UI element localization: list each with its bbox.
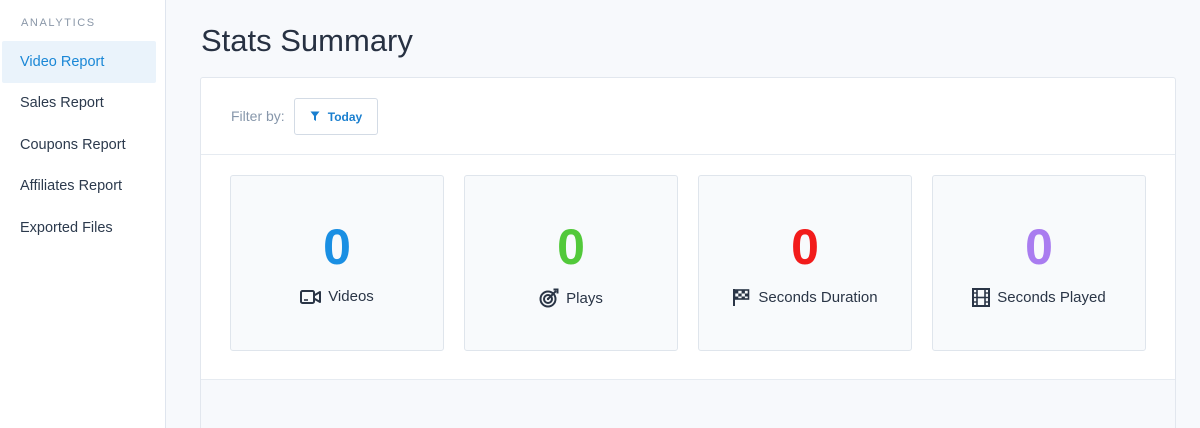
target-icon: [539, 288, 559, 308]
stat-label-row: Plays: [465, 288, 677, 308]
stats-panel: Filter by: Today 0 Videos 0 Plays 0 Seco…: [200, 77, 1176, 428]
filter-icon: [310, 111, 320, 122]
sidebar-item-sales-report[interactable]: Sales Report: [2, 82, 156, 124]
stat-value: 0: [1025, 219, 1053, 275]
stat-label: Plays: [566, 289, 603, 307]
sidebar-section-heading: ANALYTICS: [21, 17, 96, 29]
stat-card-seconds-duration: 0 Seconds Duration: [698, 175, 912, 351]
sidebar-nav: Video Report Sales Report Coupons Report…: [2, 41, 156, 248]
stat-label: Videos: [328, 288, 374, 305]
stat-label-row: Seconds Duration: [699, 288, 911, 307]
sidebar: ANALYTICS Video Report Sales Report Coup…: [0, 0, 166, 428]
sidebar-item-video-report[interactable]: Video Report: [2, 41, 156, 83]
checkered-flag-icon: [732, 288, 751, 307]
main-content: Stats Summary Filter by: Today 0 Videos …: [166, 0, 1200, 428]
panel-footer-area: [201, 380, 1175, 428]
sidebar-item-coupons-report[interactable]: Coupons Report: [2, 124, 156, 166]
stat-card-plays: 0 Plays: [464, 175, 678, 351]
filter-bar: Filter by: Today: [201, 78, 1175, 155]
stat-value: 0: [791, 219, 819, 275]
filter-label: Filter by:: [231, 108, 285, 124]
stat-label: Seconds Duration: [758, 289, 878, 306]
sidebar-item-exported-files[interactable]: Exported Files: [2, 207, 156, 249]
stat-label: Seconds Played: [997, 289, 1106, 306]
stat-card-videos: 0 Videos: [230, 175, 444, 351]
sidebar-item-affiliates-report[interactable]: Affiliates Report: [2, 165, 156, 207]
filter-button-label: Today: [327, 109, 363, 124]
filter-today-button[interactable]: Today: [294, 98, 378, 135]
stat-card-seconds-played: 0 Seconds Played: [932, 175, 1146, 351]
stat-label-row: Videos: [231, 288, 443, 305]
stat-cards: 0 Videos 0 Plays 0 Seconds Duration 0 Se…: [201, 155, 1175, 380]
video-camera-icon: [300, 289, 322, 305]
page-title: Stats Summary: [201, 23, 413, 58]
stat-label-row: Seconds Played: [933, 288, 1145, 307]
stat-value: 0: [323, 219, 351, 275]
film-icon: [972, 288, 991, 307]
stat-value: 0: [557, 219, 585, 275]
